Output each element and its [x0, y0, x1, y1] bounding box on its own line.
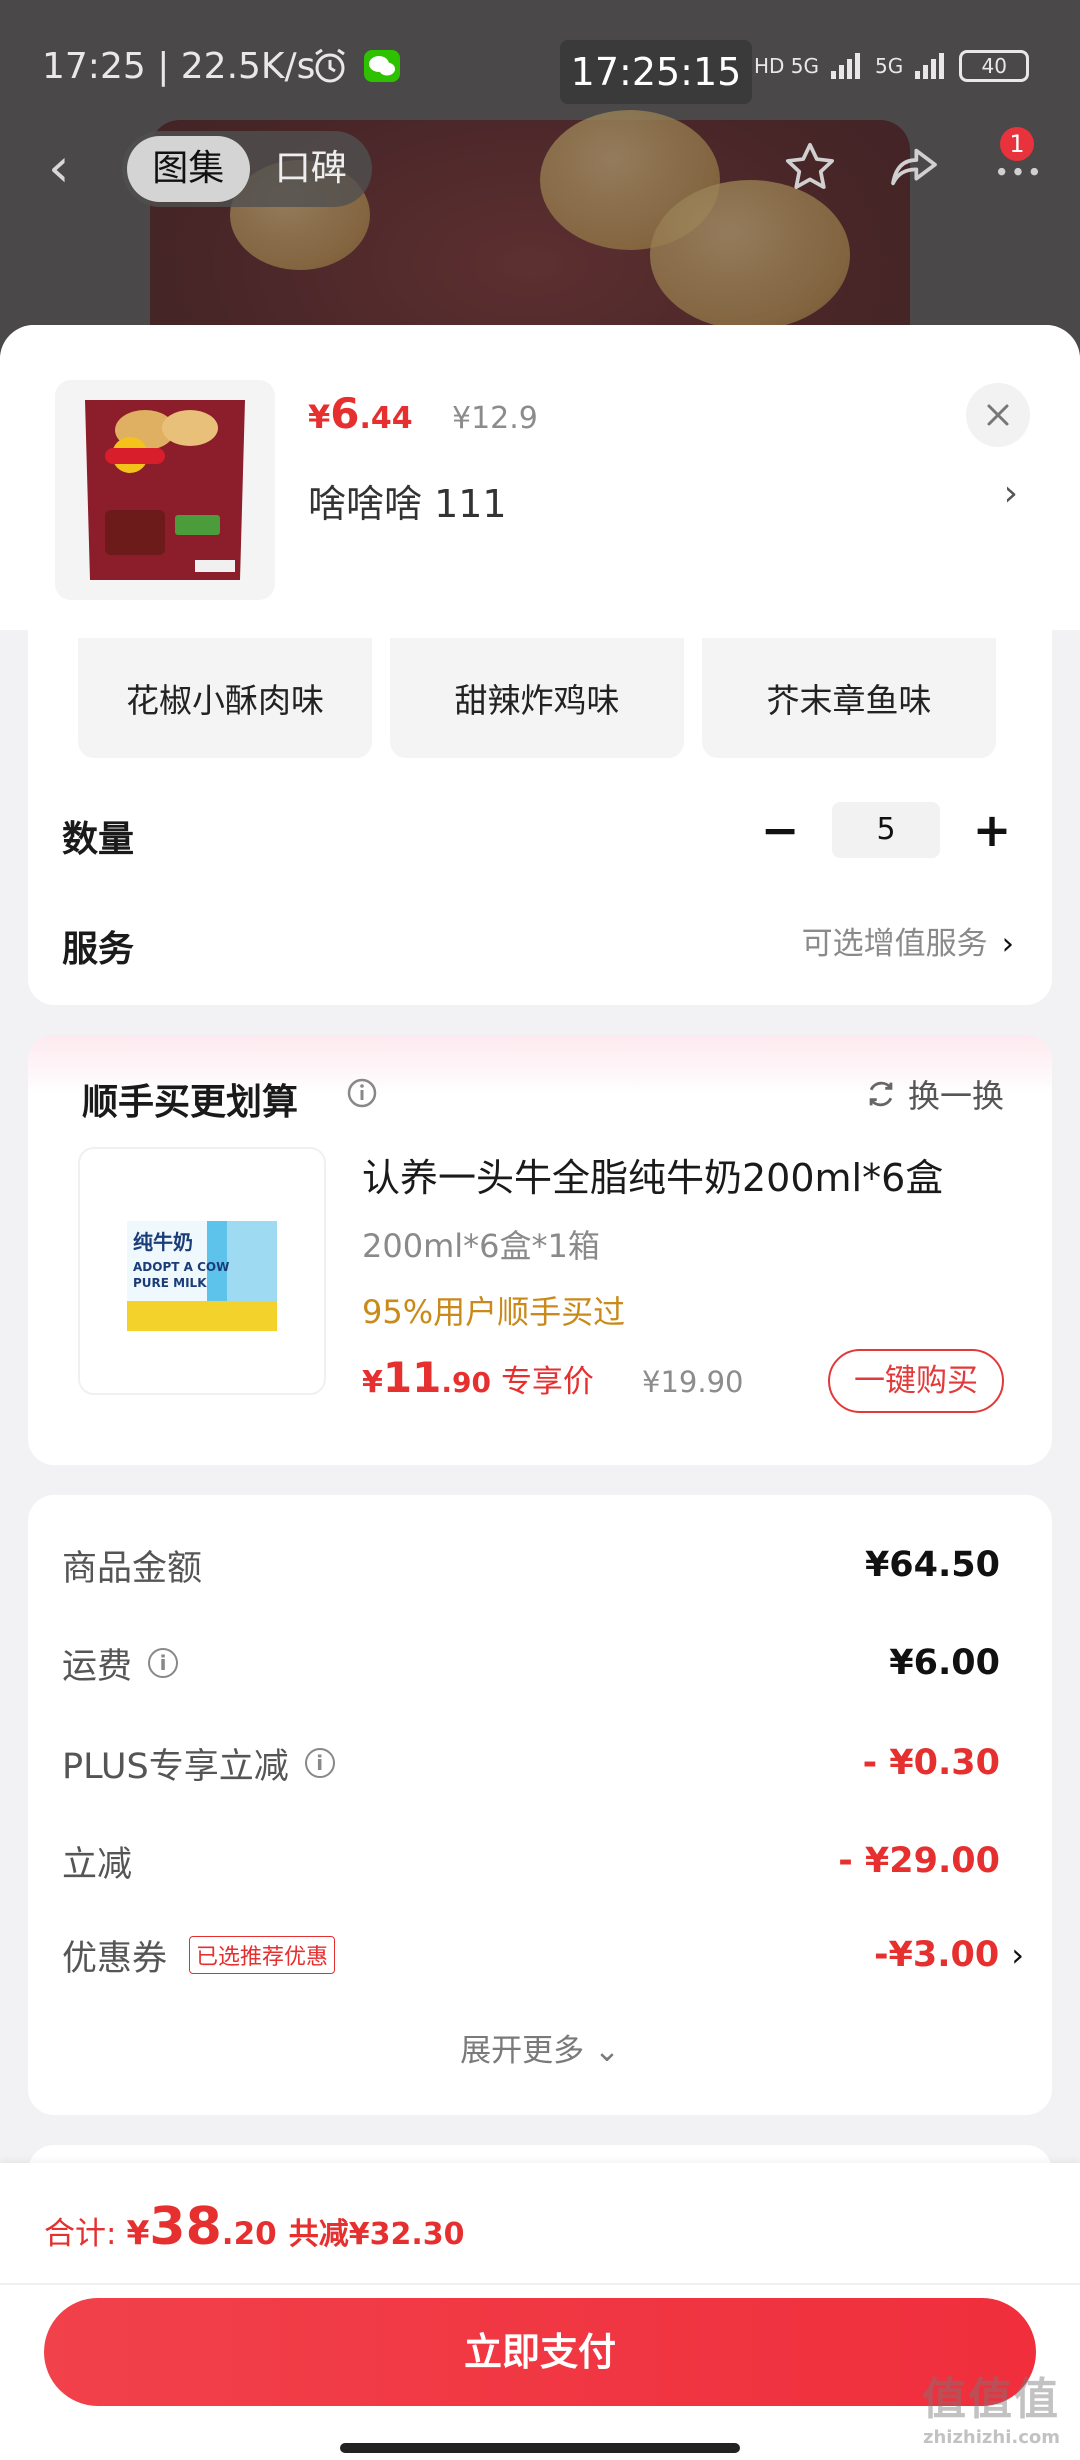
fee-row-shipping: 运费 i ¥6.00	[62, 1643, 1000, 1687]
favorite-star-icon[interactable]	[778, 135, 842, 199]
fee-summary-card: 商品金额 ¥64.50 运费 i ¥6.00 PLUS专享立减 i - ¥0.30 …	[28, 1495, 1052, 2115]
milk-box-title-en2: PURE MILK	[133, 1276, 207, 1290]
selected-sku[interactable]: 啥啥啥 111	[308, 473, 507, 528]
status-time: 17:25 | 22.5K/s	[42, 46, 316, 87]
sku-header: ¥6.44 ¥12.9 啥啥啥 111 ›	[0, 325, 1080, 630]
tab-gallery[interactable]: 图集	[127, 136, 250, 202]
pay-now-button[interactable]: 立即支付	[44, 2298, 1036, 2406]
flavor-options: 花椒小酥肉味 甜辣炸鸡味 芥末章鱼味	[78, 638, 996, 758]
quantity-stepper: − 5 +	[760, 802, 1012, 858]
service-label: 服务	[62, 929, 135, 970]
addon-item-title[interactable]: 认养一头牛全脂纯牛奶200ml*6盒	[362, 1147, 943, 1202]
plus-icon[interactable]: +	[972, 803, 1012, 857]
order-total: 合计: ¥ 38 .20 共减¥32.30	[44, 2197, 465, 2257]
signal-hd-5g: HD 5G	[754, 54, 820, 78]
tab-reviews[interactable]: 口碑	[250, 136, 373, 202]
signal-bars-icon	[915, 53, 945, 79]
chevron-down-icon: ⌄	[593, 2033, 620, 2069]
coupon-tag: 已选推荐优惠	[189, 1936, 336, 1974]
flavor-option[interactable]: 甜辣炸鸡味	[390, 638, 684, 758]
chevron-right-icon[interactable]: ›	[1004, 473, 1018, 514]
more-icon[interactable]: 1	[986, 127, 1050, 199]
close-icon[interactable]	[966, 383, 1030, 447]
addon-original-price: ¥19.90	[642, 1365, 744, 1399]
purchase-sheet: ¥6.44 ¥12.9 啥啥啥 111 › 花椒小酥肉味 甜辣炸鸡味 芥末章鱼味…	[0, 325, 1080, 2460]
quantity-input[interactable]: 5	[832, 802, 940, 858]
signal-5g: 5G	[875, 54, 904, 78]
notification-badge: 1	[1000, 127, 1034, 161]
milk-product-image[interactable]: 纯牛奶 ADOPT A COW PURE MILK	[78, 1147, 326, 1395]
gallery-tab-switch: 图集 口碑	[122, 131, 372, 207]
share-icon[interactable]	[882, 135, 946, 199]
center-clock: 17:25:15	[560, 40, 752, 104]
minus-icon[interactable]: −	[760, 803, 800, 857]
one-click-buy-button[interactable]: 一键购买	[828, 1349, 1004, 1413]
expand-more-button[interactable]: 展开更多 ⌄	[28, 2025, 1052, 2070]
total-saved: 共减¥32.30	[288, 2217, 465, 2252]
swap-button[interactable]: 换一换	[864, 1071, 1004, 1117]
info-icon[interactable]	[346, 1077, 378, 1113]
service-selector[interactable]: 可选增值服务 ›	[802, 918, 1014, 963]
flavor-option[interactable]: 花椒小酥肉味	[78, 638, 372, 758]
signal-bars-icon	[831, 53, 861, 79]
milk-box-title-cn: 纯牛奶	[133, 1230, 193, 1254]
back-icon[interactable]: ‹	[48, 141, 70, 195]
product-thumbnail[interactable]	[55, 380, 275, 600]
chevron-right-icon: ›	[1011, 1936, 1024, 1974]
battery-icon: 40	[959, 50, 1030, 82]
fee-row-instant-discount: 立减 - ¥29.00	[62, 1841, 1000, 1885]
checkout-bar: 合计: ¥ 38 .20 共减¥32.30 立即支付 值值值 zhizhizhi…	[0, 2163, 1080, 2460]
sku-original-price: ¥12.9	[452, 401, 538, 436]
addon-price: ¥11.90 专享价	[362, 1353, 594, 1402]
status-bar: 17:25 | 22.5K/s 17:25:15 HD 5G 5G 40	[0, 40, 1080, 104]
home-indicator[interactable]	[340, 2443, 740, 2453]
addon-social-proof: 95%用户顺手买过	[362, 1293, 626, 1331]
wechat-icon	[364, 50, 400, 82]
info-icon[interactable]: i	[304, 1748, 335, 1778]
alarm-icon	[315, 48, 345, 83]
chevron-right-icon: ›	[1001, 926, 1014, 962]
fee-row-plus-discount: PLUS专享立减 i - ¥0.30	[62, 1743, 1000, 1787]
addon-card: 顺手买更划算 换一换 纯牛奶 ADOPT A COW PURE MILK 认养一…	[28, 1035, 1052, 1465]
addon-item-spec: 200ml*6盒*1箱	[362, 1227, 600, 1265]
fee-row-coupon[interactable]: 优惠券 已选推荐优惠 -¥3.00 ›	[62, 1927, 1024, 1983]
sku-price: ¥6.44	[308, 389, 413, 438]
top-nav: ‹ 图集 口碑 1	[0, 125, 1080, 215]
refresh-icon	[869, 1081, 893, 1107]
quantity-label: 数量	[62, 819, 135, 860]
options-card: 花椒小酥肉味 甜辣炸鸡味 芥末章鱼味 数量 − 5 + 服务 可选增值服务 ›	[28, 630, 1052, 1005]
flavor-option[interactable]: 芥末章鱼味	[702, 638, 996, 758]
info-icon[interactable]: i	[148, 1648, 179, 1678]
milk-box-title-en1: ADOPT A COW	[133, 1260, 229, 1274]
watermark: 值值值 zhizhizhi.com	[922, 2374, 1060, 2448]
fee-row-goods: 商品金额 ¥64.50	[62, 1545, 1000, 1589]
addon-title: 顺手买更划算	[82, 1082, 299, 1123]
